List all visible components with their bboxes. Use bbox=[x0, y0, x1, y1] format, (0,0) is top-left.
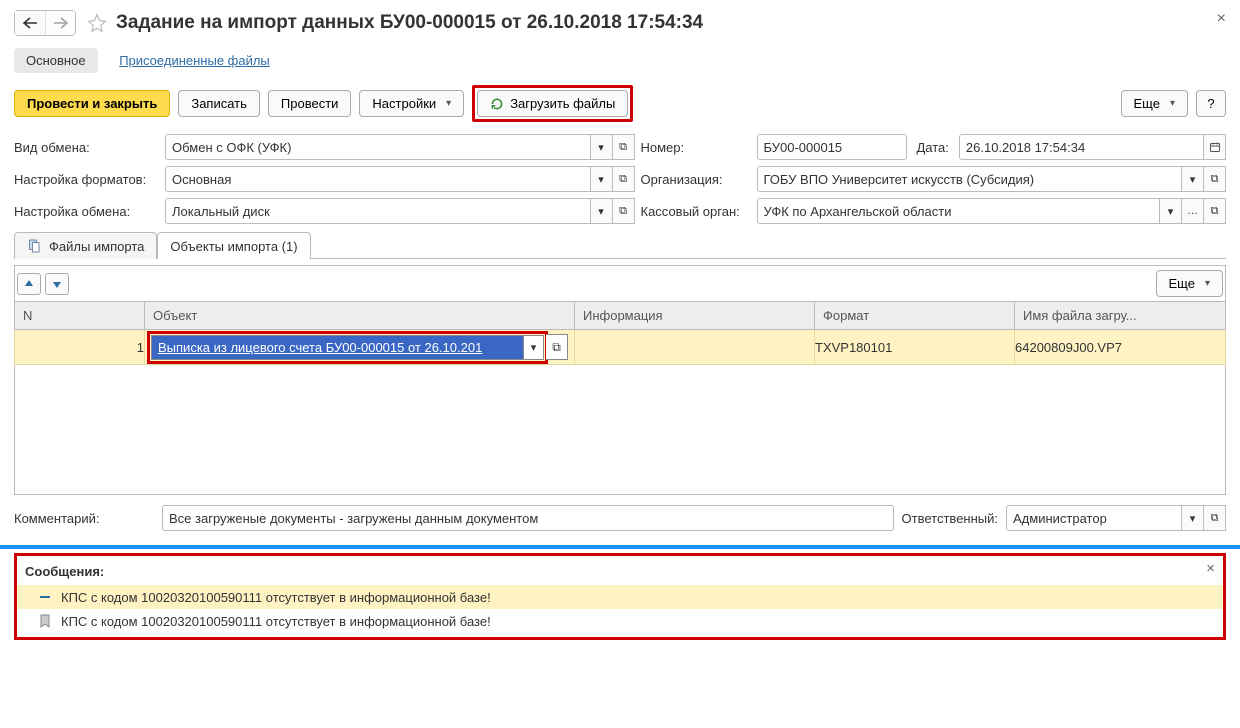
calendar-icon[interactable] bbox=[1204, 134, 1226, 160]
object-dropdown-icon[interactable]: ▾ bbox=[523, 336, 543, 359]
ellipsis-icon[interactable]: … bbox=[1182, 198, 1204, 224]
exchange-type-label: Вид обмена: bbox=[14, 140, 159, 155]
table-empty-area bbox=[14, 365, 1226, 495]
table-row[interactable]: 1 Выписка из лицевого счета БУ00-000015 … bbox=[15, 330, 1226, 365]
section-tabs: Основное Присоединенные файлы bbox=[14, 48, 1226, 73]
highlight-load-files: Загрузить файлы bbox=[472, 85, 633, 122]
move-down-button[interactable] bbox=[45, 273, 69, 295]
open-icon[interactable]: ⧉ bbox=[613, 134, 635, 160]
message-text: КПС с кодом 10020320100590111 отсутствуе… bbox=[61, 590, 491, 605]
post-and-close-button[interactable]: Провести и закрыть bbox=[14, 90, 170, 117]
object-open-icon[interactable]: ⧉ bbox=[546, 334, 568, 360]
cash-org-label: Кассовый орган: bbox=[641, 204, 751, 219]
dropdown-icon[interactable]: ▾ bbox=[591, 198, 613, 224]
cell-filename: 64200809J00.VP7 bbox=[1015, 330, 1226, 365]
exchange-settings-label: Настройка обмена: bbox=[14, 204, 159, 219]
help-button[interactable]: ? bbox=[1196, 90, 1226, 117]
exchange-settings-field[interactable]: Локальный диск bbox=[165, 198, 591, 224]
org-label: Организация: bbox=[641, 172, 751, 187]
table-more-dropdown[interactable]: Еще bbox=[1156, 270, 1223, 297]
messages-title: Сообщения: bbox=[17, 560, 1223, 585]
messages-close-icon[interactable]: × bbox=[1206, 560, 1215, 577]
tab-import-objects[interactable]: Объекты импорта (1) bbox=[157, 232, 310, 259]
panel-divider bbox=[0, 545, 1240, 549]
exchange-type-field[interactable]: Обмен с ОФК (УФК) bbox=[165, 134, 591, 160]
form-grid: Вид обмена: Обмен с ОФК (УФК) ▾ ⧉ Номер:… bbox=[14, 134, 1226, 224]
col-filename[interactable]: Имя файла загру... bbox=[1015, 302, 1226, 330]
load-files-label: Загрузить файлы bbox=[510, 96, 615, 111]
open-icon[interactable]: ⧉ bbox=[1204, 166, 1226, 192]
messages-panel: Сообщения: × КПС с кодом 100203201005901… bbox=[14, 553, 1226, 640]
number-field[interactable]: БУ00-000015 bbox=[757, 134, 907, 160]
dropdown-icon[interactable]: ▾ bbox=[591, 166, 613, 192]
message-item[interactable]: КПС с кодом 10020320100590111 отсутствуе… bbox=[17, 585, 1223, 609]
cell-format: TXVP180101 bbox=[815, 330, 1015, 365]
cash-org-field[interactable]: УФК по Архангельской области bbox=[757, 198, 1161, 224]
settings-dropdown[interactable]: Настройки bbox=[359, 90, 464, 117]
col-format[interactable]: Формат bbox=[815, 302, 1015, 330]
dropdown-icon[interactable]: ▾ bbox=[1182, 166, 1204, 192]
object-link[interactable]: Выписка из лицевого счета БУ00-000015 от… bbox=[152, 336, 523, 359]
more-dropdown[interactable]: Еще bbox=[1121, 90, 1188, 117]
toolbar: Провести и закрыть Записать Провести Нас… bbox=[14, 85, 1226, 122]
object-input-highlight: Выписка из лицевого счета БУ00-000015 от… bbox=[151, 335, 544, 360]
col-n[interactable]: N bbox=[15, 302, 145, 330]
cell-info bbox=[575, 330, 815, 365]
nav-group bbox=[14, 10, 76, 36]
post-button[interactable]: Провести bbox=[268, 90, 352, 117]
responsible-label: Ответственный: bbox=[902, 511, 998, 526]
formats-field[interactable]: Основная bbox=[165, 166, 591, 192]
objects-table: N Объект Информация Формат Имя файла заг… bbox=[14, 301, 1226, 365]
org-field[interactable]: ГОБУ ВПО Университет искусств (Субсидия) bbox=[757, 166, 1183, 192]
col-info[interactable]: Информация bbox=[575, 302, 815, 330]
minus-icon bbox=[37, 589, 53, 605]
move-up-button[interactable] bbox=[17, 273, 41, 295]
content-tabs: Файлы импорта Объекты импорта (1) bbox=[14, 232, 1226, 259]
formats-label: Настройка форматов: bbox=[14, 172, 159, 187]
comment-field[interactable]: Все загруженые документы - загружены дан… bbox=[162, 505, 894, 531]
close-icon[interactable]: × bbox=[1217, 10, 1226, 28]
page-title: Задание на импорт данных БУ00-000015 от … bbox=[116, 12, 703, 34]
col-object[interactable]: Объект bbox=[145, 302, 575, 330]
comment-row: Комментарий: Все загруженые документы - … bbox=[14, 505, 1226, 531]
open-icon[interactable]: ⧉ bbox=[1204, 505, 1226, 531]
save-button[interactable]: Записать bbox=[178, 90, 260, 117]
dropdown-icon[interactable]: ▾ bbox=[1182, 505, 1204, 531]
open-icon[interactable]: ⧉ bbox=[1204, 198, 1226, 224]
date-field[interactable]: 26.10.2018 17:54:34 bbox=[959, 134, 1204, 160]
cell-n: 1 bbox=[15, 330, 145, 365]
tab-import-files[interactable]: Файлы импорта bbox=[14, 232, 157, 259]
section-tab-main[interactable]: Основное bbox=[14, 48, 98, 73]
open-icon[interactable]: ⧉ bbox=[613, 198, 635, 224]
load-files-button[interactable]: Загрузить файлы bbox=[477, 90, 628, 117]
bookmark-icon bbox=[37, 613, 53, 629]
message-text: КПС с кодом 10020320100590111 отсутствуе… bbox=[61, 614, 491, 629]
comment-label: Комментарий: bbox=[14, 511, 154, 526]
dropdown-icon[interactable]: ▾ bbox=[1160, 198, 1182, 224]
table-toolbar: Еще bbox=[14, 265, 1226, 301]
nav-back-button[interactable] bbox=[15, 11, 45, 35]
date-label: Дата: bbox=[917, 140, 949, 155]
open-icon[interactable]: ⧉ bbox=[613, 166, 635, 192]
nav-forward-button[interactable] bbox=[45, 11, 75, 35]
number-label: Номер: bbox=[641, 140, 751, 155]
files-icon bbox=[27, 238, 43, 254]
favorite-star-icon[interactable] bbox=[86, 12, 108, 34]
dropdown-icon[interactable]: ▾ bbox=[591, 134, 613, 160]
responsible-field[interactable]: Администратор bbox=[1006, 505, 1182, 531]
refresh-icon bbox=[490, 97, 504, 111]
section-tab-attached[interactable]: Присоединенные файлы bbox=[107, 48, 282, 73]
message-item[interactable]: КПС с кодом 10020320100590111 отсутствуе… bbox=[17, 609, 1223, 633]
